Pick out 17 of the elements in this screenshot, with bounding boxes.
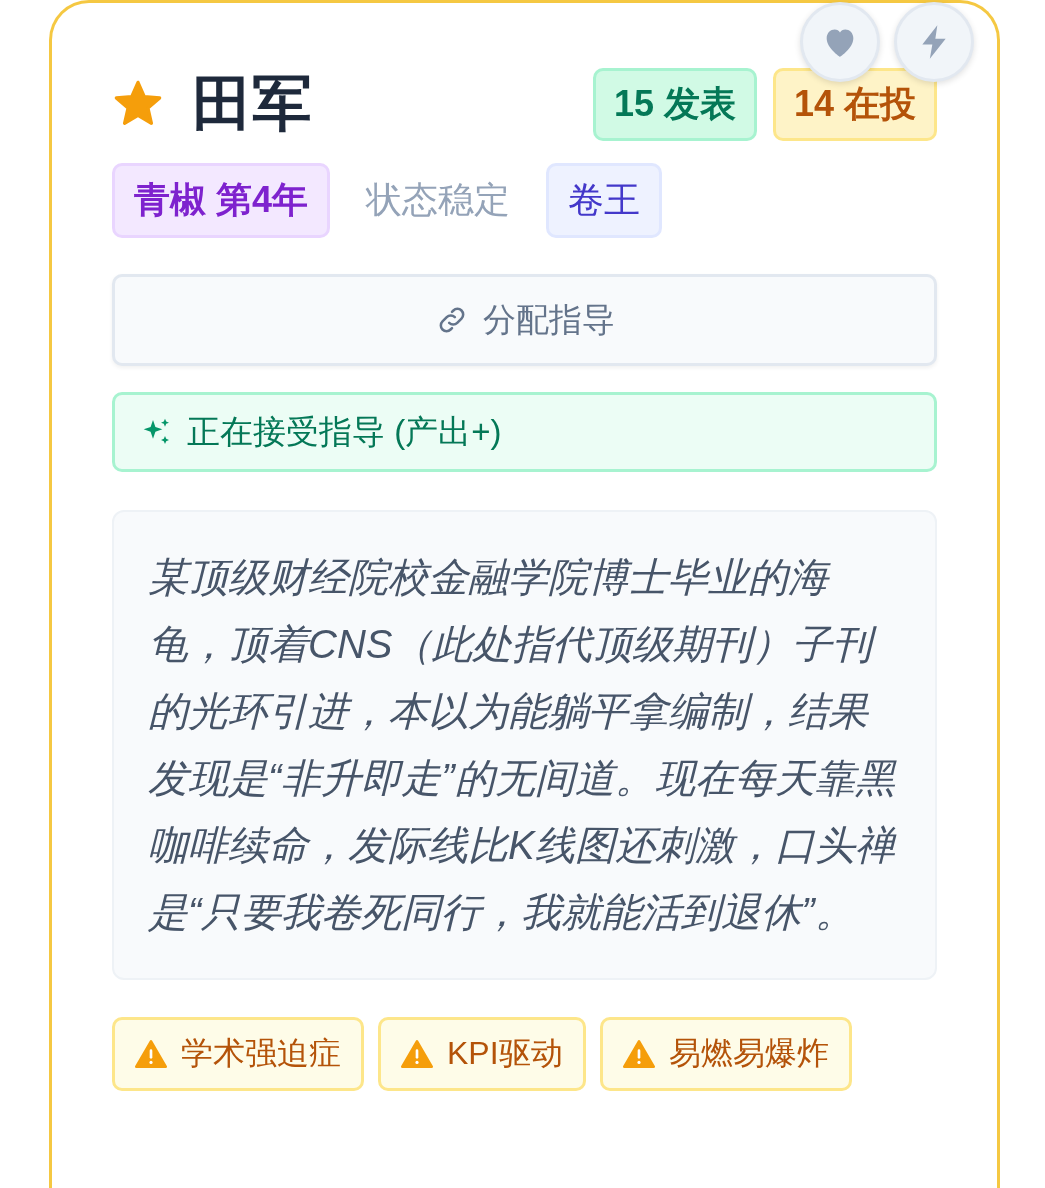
person-name: 田军: [192, 68, 312, 139]
warning-icon: [401, 1039, 433, 1069]
warning-tag: KPI驱动: [378, 1017, 586, 1091]
rank-badge: 青椒 第4年: [112, 163, 331, 238]
warning-icon: [622, 1039, 655, 1069]
boost-button[interactable]: [894, 2, 974, 82]
warning-tag: 学术强迫症: [112, 1017, 364, 1091]
mentoring-status-banner: 正在接受指导 (产出+): [112, 392, 937, 472]
count-badge: 14 在投: [772, 67, 937, 141]
assign-mentor-button[interactable]: 分配指导: [112, 274, 937, 366]
status-text: 状态稳定: [364, 178, 512, 222]
warning-icon: [135, 1039, 167, 1069]
count-badge: 15 发表: [592, 67, 757, 141]
description-text: 某顶级财经院校金融学院博士毕业的海龟，顶着CNS（此处指代顶级期刊）子刊的光环引进，本以为能躺平拿编制，结果发现是“非升即走”的无间道。现在每天靠黑咖啡续命，发际线比K线图还刺激，口头禅是“只要我卷死同行，我就能活到退休”。: [112, 510, 937, 980]
warning-tag: 易燃易爆炸: [599, 1017, 852, 1091]
title-badge: 卷王: [546, 163, 663, 238]
like-button[interactable]: [800, 2, 880, 82]
